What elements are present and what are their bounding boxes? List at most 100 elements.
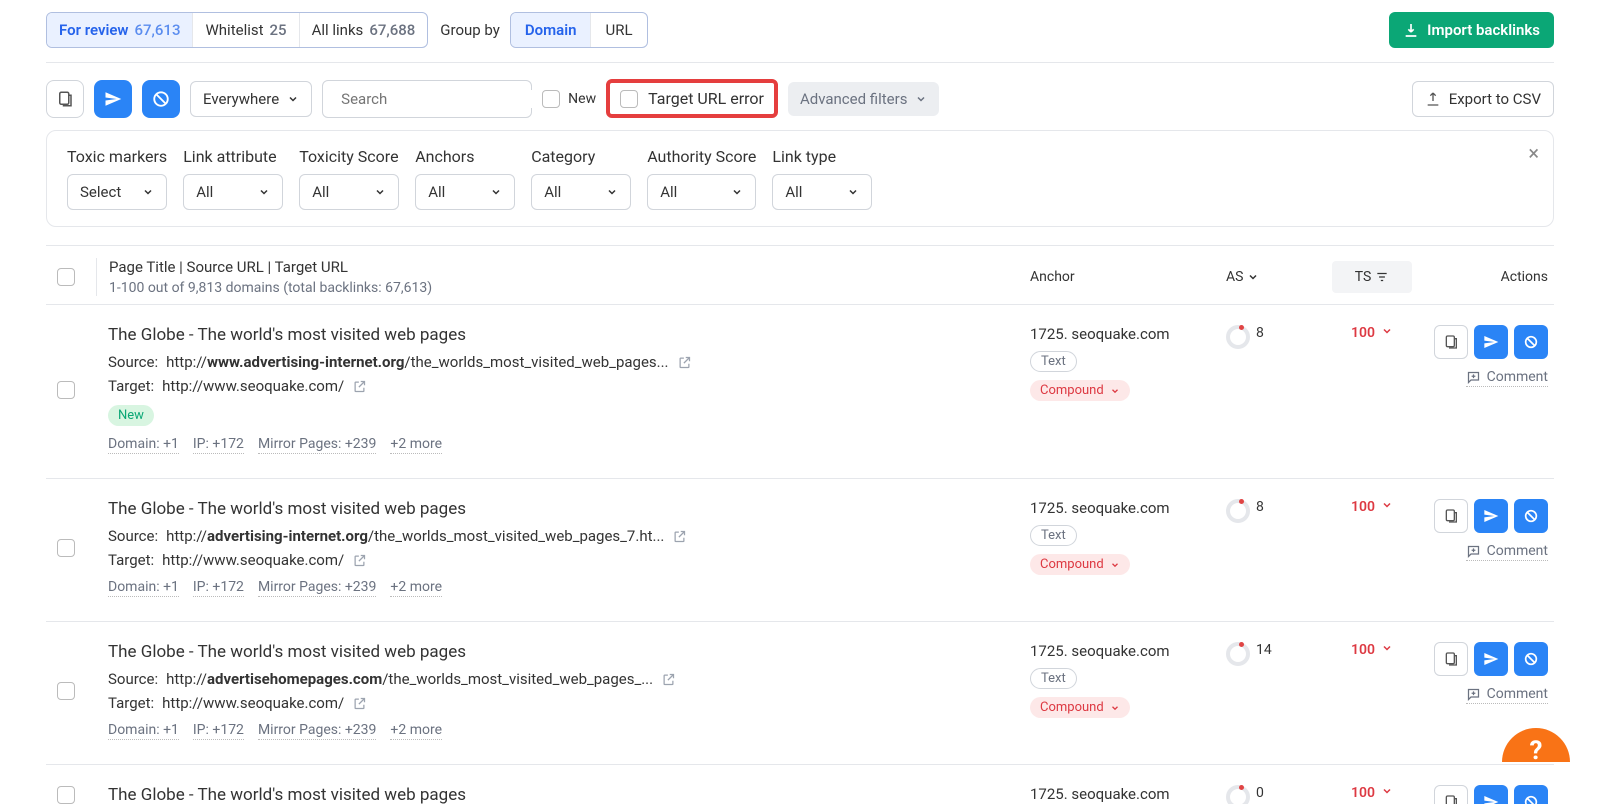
close-icon[interactable]: × (1528, 141, 1539, 165)
send-row-button[interactable] (1474, 325, 1508, 359)
ts-value[interactable]: 100 (1332, 499, 1412, 597)
as-ring-icon (1226, 325, 1250, 349)
block-row-button[interactable] (1514, 325, 1548, 359)
meta-item[interactable]: IP: +172 (193, 579, 244, 597)
filter-value: Select (80, 183, 121, 201)
meta-item[interactable]: Domain: +1 (108, 436, 179, 454)
copy-row-button[interactable] (1434, 785, 1468, 804)
filter-label-toxicity_score: Toxicity Score (299, 147, 399, 166)
anchor-text-pill: Text (1030, 351, 1077, 372)
comment-button[interactable]: Comment (1466, 543, 1548, 561)
meta-item[interactable]: +2 more (390, 436, 442, 454)
chevron-down-icon (1381, 785, 1393, 797)
col-anchor: Anchor (1030, 269, 1210, 285)
block-row-button[interactable] (1514, 642, 1548, 676)
col-ts[interactable]: TS (1332, 261, 1412, 293)
send-icon-button[interactable] (94, 80, 132, 118)
external-link-icon[interactable] (352, 379, 367, 394)
meta-item[interactable]: Mirror Pages: +239 (258, 722, 376, 740)
copy-row-button[interactable] (1434, 642, 1468, 676)
send-row-button[interactable] (1474, 785, 1508, 804)
external-link-icon[interactable] (677, 355, 692, 370)
as-value: 0 (1226, 785, 1316, 804)
target-link[interactable]: http://www.seoquake.com/ (162, 377, 344, 395)
external-link-icon[interactable] (352, 553, 367, 568)
chevron-down-icon (731, 186, 743, 198)
row-checkbox[interactable] (57, 381, 75, 399)
filter-select-category[interactable]: All (531, 174, 631, 210)
groupby-url[interactable]: URL (591, 13, 646, 47)
filter-select-authority_score[interactable]: All (647, 174, 756, 210)
chevron-down-icon (1381, 499, 1393, 511)
groupby-domain[interactable]: Domain (511, 13, 592, 47)
as-value: 8 (1226, 499, 1316, 597)
copy-row-button[interactable] (1434, 499, 1468, 533)
send-row-button[interactable] (1474, 499, 1508, 533)
search-input[interactable] (341, 90, 540, 108)
target-link[interactable]: http://www.seoquake.com/ (162, 551, 344, 569)
filter-panel: × Toxic markers Select Link attribute Al… (46, 130, 1554, 227)
block-row-button[interactable] (1514, 785, 1548, 804)
meta-item[interactable]: +2 more (390, 579, 442, 597)
checkbox-icon[interactable] (620, 90, 638, 108)
advanced-filters-button[interactable]: Advanced filters (788, 82, 939, 116)
copy-row-button[interactable] (1434, 325, 1468, 359)
row-checkbox[interactable] (57, 786, 75, 804)
meta-item[interactable]: Mirror Pages: +239 (258, 436, 376, 454)
target-error-label: Target URL error (648, 89, 764, 108)
copy-icon-button[interactable] (46, 80, 84, 118)
new-filter[interactable]: New (542, 90, 596, 108)
chevron-down-icon (258, 186, 270, 198)
scope-select[interactable]: Everywhere (190, 81, 312, 117)
search-box[interactable] (322, 80, 532, 118)
meta-line: Domain: +1 IP: +172 Mirror Pages: +239 +2 m… (108, 579, 1014, 597)
anchor-compound-pill[interactable]: Compound (1030, 554, 1130, 575)
copy-icon (56, 90, 74, 108)
tab-count: 67,613 (135, 21, 181, 39)
meta-item[interactable]: Mirror Pages: +239 (258, 579, 376, 597)
external-link-icon[interactable] (672, 529, 687, 544)
filter-select-toxic_markers[interactable]: Select (67, 174, 167, 210)
meta-item[interactable]: IP: +172 (193, 436, 244, 454)
filter-select-anchors[interactable]: All (415, 174, 515, 210)
external-link-icon[interactable] (352, 696, 367, 711)
row-checkbox[interactable] (57, 539, 75, 557)
filter-select-toxicity_score[interactable]: All (299, 174, 399, 210)
anchor-compound-pill[interactable]: Compound (1030, 380, 1130, 401)
tab-all-links[interactable]: All links 67,688 (300, 13, 428, 47)
col-main-sub: 1-100 out of 9,813 domains (total backli… (109, 280, 1014, 296)
comment-button[interactable]: Comment (1466, 686, 1548, 704)
as-value: 14 (1226, 642, 1316, 740)
row-title: The Globe - The world's most visited web… (108, 785, 1014, 804)
meta-item[interactable]: Domain: +1 (108, 579, 179, 597)
meta-item[interactable]: +2 more (390, 722, 442, 740)
export-csv-button[interactable]: Export to CSV (1412, 81, 1554, 117)
meta-item[interactable]: Domain: +1 (108, 722, 179, 740)
comment-button[interactable]: Comment (1466, 369, 1548, 387)
ts-value[interactable]: 100 (1332, 325, 1412, 454)
source-link[interactable]: http://www.advertising-internet.org/the_… (166, 353, 668, 371)
ts-value[interactable]: 100 (1332, 642, 1412, 740)
comment-icon (1466, 544, 1481, 559)
ts-value[interactable]: 100 (1332, 785, 1412, 804)
select-all-checkbox[interactable] (57, 268, 75, 286)
source-link[interactable]: http://advertisehomepages.com/the_worlds… (166, 670, 653, 688)
tab-for-review[interactable]: For review 67,613 (47, 13, 193, 47)
meta-item[interactable]: IP: +172 (193, 722, 244, 740)
import-backlinks-button[interactable]: Import backlinks (1389, 12, 1554, 48)
filter-select-link_type[interactable]: All (772, 174, 872, 210)
checkbox-icon[interactable] (542, 90, 560, 108)
filter-label-anchors: Anchors (415, 147, 515, 166)
anchor-compound-pill[interactable]: Compound (1030, 697, 1130, 718)
block-row-button[interactable] (1514, 499, 1548, 533)
external-link-icon[interactable] (661, 672, 676, 687)
source-link[interactable]: http://advertising-internet.org/the_worl… (166, 527, 664, 545)
col-as[interactable]: AS (1226, 269, 1316, 285)
filter-select-link_attribute[interactable]: All (183, 174, 283, 210)
target-link[interactable]: http://www.seoquake.com/ (162, 694, 344, 712)
tab-whitelist[interactable]: Whitelist 25 (193, 13, 299, 47)
row-checkbox[interactable] (57, 682, 75, 700)
block-icon-button[interactable] (142, 80, 180, 118)
send-row-button[interactable] (1474, 642, 1508, 676)
filter-value: All (196, 183, 213, 201)
